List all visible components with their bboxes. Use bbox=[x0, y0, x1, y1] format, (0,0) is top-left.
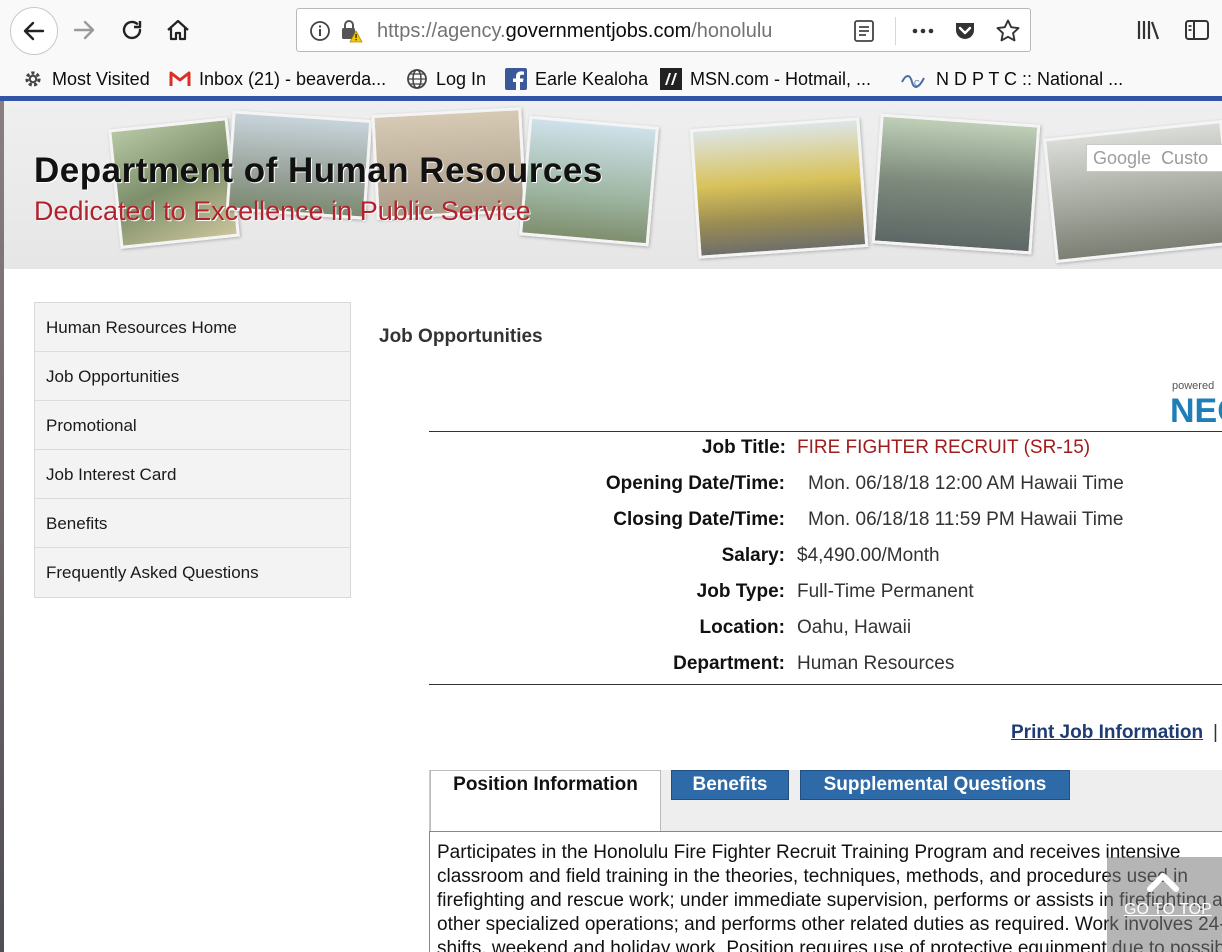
svg-text:C: C bbox=[914, 79, 920, 88]
forward-arrow-icon bbox=[73, 20, 95, 40]
banner-photo-bus bbox=[689, 117, 869, 259]
sidebar-nav: Human Resources Home Job Opportunities P… bbox=[34, 302, 351, 598]
chevron-up-icon bbox=[1147, 873, 1179, 892]
sidebar-item-job-interest-card[interactable]: Job Interest Card bbox=[35, 450, 350, 499]
banner-subtitle: Dedicated to Excellence in Public Servic… bbox=[34, 196, 531, 226]
sidebar-item-job-opportunities[interactable]: Job Opportunities bbox=[35, 352, 350, 401]
job-title-value: FIRE FIGHTER RECRUIT (SR-15) bbox=[797, 437, 1091, 458]
bookmark-label: N D P T C :: National ... bbox=[936, 68, 1124, 89]
position-information-panel: Participates in the Honolulu Fire Fighte… bbox=[429, 831, 1222, 952]
browser-toolbar: https://agency.governmentjobs.com/honolu… bbox=[0, 0, 1222, 62]
page-title: Job Opportunities bbox=[379, 326, 543, 347]
job-type-value: Full-Time Permanent bbox=[797, 581, 974, 602]
reload-icon bbox=[122, 20, 142, 40]
job-label: Department: bbox=[673, 653, 785, 674]
job-label: Job Type: bbox=[696, 581, 785, 602]
go-to-top-label: GO TO TOP bbox=[1124, 901, 1212, 918]
closing-date-value: Mon. 06/18/18 11:59 PM Hawaii Time bbox=[808, 509, 1124, 530]
sidebar-item-promotional[interactable]: Promotional bbox=[35, 401, 350, 450]
print-job-information-link[interactable]: Print Job Information bbox=[1011, 722, 1203, 744]
bookmark-earle-kealoha[interactable]: Earle Kealoha bbox=[505, 65, 648, 93]
back-arrow-icon bbox=[23, 21, 45, 41]
job-label: Location: bbox=[699, 617, 786, 638]
msn-icon bbox=[660, 68, 682, 90]
google-custom-search-input[interactable]: Google Custo bbox=[1086, 144, 1222, 172]
url-text[interactable]: https://agency.governmentjobs.com/honolu… bbox=[377, 20, 797, 43]
url-domain: governmentjobs.com bbox=[505, 20, 692, 42]
bookmark-label: Most Visited bbox=[52, 68, 150, 89]
back-button[interactable] bbox=[10, 7, 58, 55]
reader-view-icon[interactable] bbox=[853, 19, 875, 43]
department-value: Human Resources bbox=[797, 653, 955, 674]
bookmark-label: MSN.com - Hotmail, ... bbox=[690, 68, 872, 89]
powered-by-text: powered bbox=[1172, 380, 1215, 392]
job-label: Opening Date/Time: bbox=[605, 473, 785, 494]
sidebar-toggle-icon[interactable] bbox=[1184, 18, 1210, 42]
url-bar[interactable]: https://agency.governmentjobs.com/honolu… bbox=[296, 8, 1031, 52]
bookmark-msn[interactable]: MSN.com - Hotmail, ... bbox=[660, 65, 871, 93]
ndptc-icon: C bbox=[900, 68, 928, 90]
pocket-icon[interactable] bbox=[953, 19, 977, 43]
bookmark-log-in[interactable]: Log In bbox=[406, 65, 486, 93]
job-row-salary: Salary: $4,490.00/Month bbox=[429, 545, 1222, 581]
reload-button[interactable] bbox=[110, 8, 154, 52]
salary-value: $4,490.00/Month bbox=[797, 545, 940, 566]
job-row-opening: Opening Date/Time: Mon. 06/18/18 12:00 A… bbox=[429, 473, 1222, 509]
bookmark-star-icon[interactable] bbox=[995, 18, 1021, 44]
divider-top bbox=[429, 431, 1222, 432]
location-value: Oahu, Hawaii bbox=[797, 617, 912, 638]
position-description: Participates in the Honolulu Fire Fighte… bbox=[437, 842, 1222, 952]
job-row-type: Job Type: Full-Time Permanent bbox=[429, 581, 1222, 617]
facebook-icon bbox=[505, 68, 527, 90]
banner-photo-bike-police bbox=[871, 113, 1041, 255]
tab-position-information[interactable]: Position Information bbox=[430, 770, 661, 832]
divider-bottom bbox=[429, 684, 1222, 685]
bookmarks-toolbar: Most Visited Inbox (21) - beaverda... Lo… bbox=[0, 62, 1222, 96]
job-label: Salary: bbox=[721, 545, 785, 566]
url-path: /honolulu bbox=[691, 20, 773, 42]
tab-supplemental-questions[interactable]: Supplemental Questions bbox=[800, 770, 1070, 800]
sidebar-item-benefits[interactable]: Benefits bbox=[35, 499, 350, 548]
site-banner: Department of Human Resources Dedicated … bbox=[4, 101, 1222, 269]
sidebar-item-human-resources-home[interactable]: Human Resources Home bbox=[35, 303, 350, 352]
job-row-title: Job Title: FIRE FIGHTER RECRUIT (SR-15) bbox=[429, 437, 1222, 473]
gmail-icon bbox=[169, 68, 191, 90]
url-prefix: https://agency. bbox=[377, 20, 506, 42]
link-separator: | bbox=[1213, 722, 1218, 743]
job-label: Closing Date/Time: bbox=[613, 509, 785, 530]
job-row-location: Location: Oahu, Hawaii bbox=[429, 617, 1222, 653]
globe-icon bbox=[406, 68, 428, 90]
bookmark-label: Earle Kealoha bbox=[535, 68, 649, 89]
forward-button[interactable] bbox=[62, 8, 106, 52]
tab-benefits[interactable]: Benefits bbox=[671, 770, 789, 800]
urlbar-separator bbox=[895, 17, 896, 45]
opening-date-value: Mon. 06/18/18 12:00 AM Hawaii Time bbox=[808, 473, 1124, 494]
bookmark-label: Log In bbox=[436, 68, 487, 89]
home-icon bbox=[167, 19, 189, 41]
sidebar-item-faq[interactable]: Frequently Asked Questions bbox=[35, 548, 350, 597]
bookmark-label: Inbox (21) - beaverda... bbox=[199, 68, 387, 89]
gear-icon bbox=[22, 68, 44, 90]
google-search-brand: Google bbox=[1093, 148, 1152, 168]
search-placeholder: Custo bbox=[1161, 148, 1209, 168]
bookmark-ndptc[interactable]: C N D P T C :: National ... bbox=[900, 65, 1123, 93]
go-to-top-button[interactable]: GO TO TOP bbox=[1107, 857, 1222, 952]
insecure-lock-icon[interactable] bbox=[339, 19, 365, 43]
library-icon[interactable] bbox=[1136, 18, 1162, 42]
banner-title: Department of Human Resources bbox=[34, 151, 603, 190]
job-row-closing: Closing Date/Time: Mon. 06/18/18 11:59 P… bbox=[429, 509, 1222, 545]
neogov-logo[interactable]: NEO bbox=[1170, 392, 1222, 431]
banner-photo-road-crew bbox=[1042, 119, 1222, 264]
job-tabs: Position Information Benefits Supplement… bbox=[429, 770, 1222, 832]
bookmark-gmail-inbox[interactable]: Inbox (21) - beaverda... bbox=[169, 65, 386, 93]
info-icon[interactable] bbox=[309, 20, 331, 42]
job-label: Job Title: bbox=[701, 437, 786, 458]
bookmark-most-visited[interactable]: Most Visited bbox=[22, 65, 150, 93]
page-actions-icon[interactable] bbox=[910, 19, 936, 43]
home-button[interactable] bbox=[156, 8, 200, 52]
